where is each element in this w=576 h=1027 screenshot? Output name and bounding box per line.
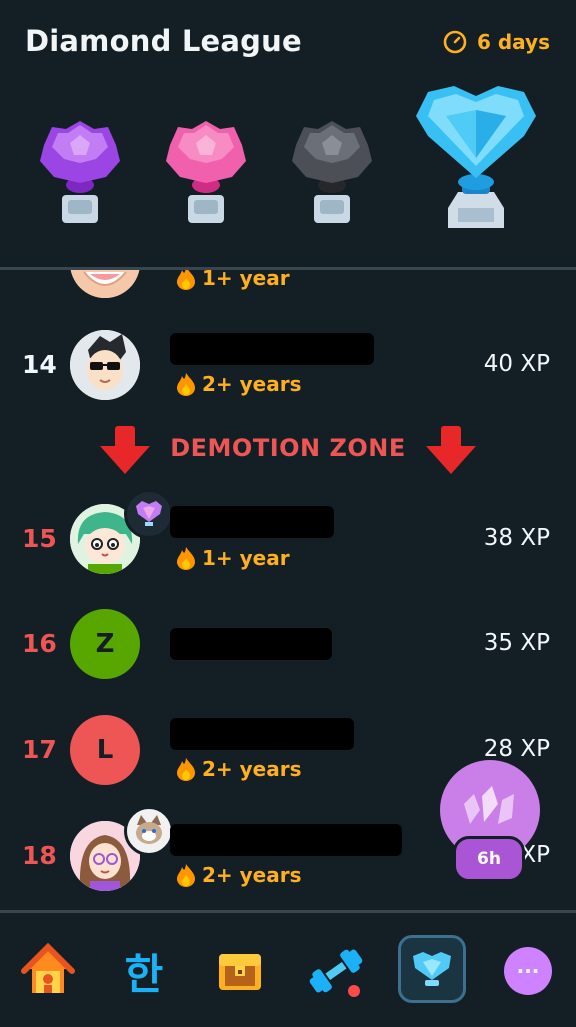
korean-glyph: 한 bbox=[124, 949, 164, 999]
bottom-tab-bar: 한 ··· bbox=[0, 910, 576, 1027]
rank-number: 15 bbox=[22, 524, 57, 553]
streak-label: 2+ years bbox=[176, 757, 302, 781]
pearl-league-icon[interactable] bbox=[162, 115, 250, 227]
leaderboard-row[interactable]: 16 Z 35 XP bbox=[0, 594, 576, 694]
rank-number: 17 bbox=[22, 735, 57, 764]
league-header: Diamond League 6 days bbox=[0, 0, 576, 270]
flame-icon bbox=[177, 864, 195, 887]
streak-label: 2+ years bbox=[176, 372, 302, 396]
more-icon: ··· bbox=[504, 947, 552, 995]
home-icon bbox=[21, 943, 75, 993]
cat-badge-icon bbox=[136, 815, 162, 844]
dumbbell-icon bbox=[309, 949, 363, 997]
streak-text: 2+ years bbox=[202, 372, 302, 396]
streak-text: 1+ year bbox=[202, 270, 290, 290]
username-redacted bbox=[170, 506, 334, 538]
tab-more[interactable]: ··· bbox=[496, 939, 560, 1003]
tab-chest[interactable] bbox=[208, 939, 272, 1003]
tab-leaderboard[interactable] bbox=[398, 935, 466, 1003]
amethyst-league-icon[interactable] bbox=[36, 115, 124, 227]
obsidian-league-icon[interactable] bbox=[288, 115, 376, 227]
leaderboard-row[interactable]: 15 1+ year 38 XP bbox=[0, 489, 576, 589]
streak-text: 1+ year bbox=[202, 546, 290, 570]
avatar: Z bbox=[70, 609, 140, 679]
streak-label: 2+ years bbox=[176, 863, 302, 887]
avatar: L bbox=[70, 715, 140, 785]
streak-label: 1+ year bbox=[176, 546, 290, 570]
timer-label: 6 days bbox=[476, 30, 550, 54]
xp-value: 35 XP bbox=[483, 630, 550, 656]
demotion-zone-label: DEMOTION ZONE bbox=[170, 434, 406, 462]
flame-icon bbox=[177, 547, 195, 570]
league-badge bbox=[124, 489, 174, 539]
leaderboard-row[interactable]: 14 2+ years 40 XP bbox=[0, 315, 576, 415]
xp-boost-timer[interactable]: 6h bbox=[453, 836, 525, 882]
page-title: Diamond League bbox=[25, 24, 302, 58]
avatar bbox=[70, 330, 140, 400]
flame-icon bbox=[177, 373, 195, 396]
xp-value: 28 XP bbox=[483, 736, 550, 762]
xp-value: 40 XP bbox=[483, 351, 550, 377]
league-shield-icon bbox=[413, 952, 451, 986]
streak-text: 2+ years bbox=[202, 863, 302, 887]
clock-icon bbox=[443, 30, 467, 54]
streak-label: 1+ year bbox=[176, 270, 290, 290]
more-glyph: ··· bbox=[516, 959, 540, 983]
flame-icon bbox=[177, 270, 195, 290]
username-redacted bbox=[170, 628, 332, 660]
username-redacted bbox=[170, 824, 402, 856]
flame-icon bbox=[177, 758, 195, 781]
username-redacted bbox=[170, 333, 374, 365]
rank-number: 16 bbox=[22, 629, 57, 658]
rank-number: 18 bbox=[22, 841, 57, 870]
demotion-zone-divider: DEMOTION ZONE bbox=[0, 422, 576, 482]
profile-badge bbox=[124, 806, 174, 856]
streak-text: 2+ years bbox=[202, 757, 302, 781]
down-arrow-icon bbox=[426, 426, 476, 474]
xp-value: 38 XP bbox=[483, 525, 550, 551]
tab-korean[interactable]: 한 bbox=[112, 939, 176, 1003]
tab-home[interactable] bbox=[16, 939, 80, 1003]
treasure-chest-icon bbox=[219, 954, 261, 990]
rank-number: 14 bbox=[22, 350, 57, 379]
diamond-league-icon[interactable] bbox=[414, 82, 538, 234]
username-redacted bbox=[170, 718, 354, 750]
diamond-badge-icon bbox=[136, 501, 162, 526]
avatar bbox=[70, 270, 140, 298]
tab-practice[interactable] bbox=[304, 939, 368, 1003]
league-timer: 6 days bbox=[443, 30, 550, 54]
